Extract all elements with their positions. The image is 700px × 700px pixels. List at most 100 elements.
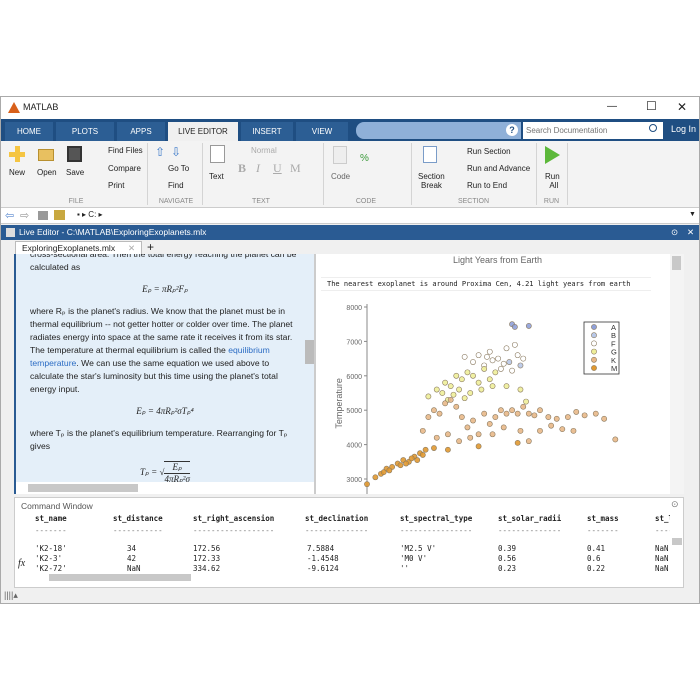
run-all-icon[interactable] bbox=[545, 146, 560, 164]
new-icon[interactable] bbox=[9, 146, 25, 162]
path-text[interactable]: ▪ ▸ C: ▸ bbox=[77, 210, 103, 219]
code-icon[interactable] bbox=[333, 146, 347, 164]
help-icon[interactable]: ? bbox=[506, 124, 518, 136]
window-title: MATLAB bbox=[23, 102, 59, 112]
tab-apps[interactable]: APPS bbox=[117, 122, 165, 141]
tab-home[interactable]: HOME bbox=[5, 122, 53, 141]
data-point-B bbox=[517, 362, 524, 369]
open-icon[interactable] bbox=[38, 149, 54, 161]
doc-tab-close-icon[interactable]: ✕ bbox=[128, 243, 135, 254]
panel-menu-icon[interactable]: ⊙ bbox=[671, 225, 678, 240]
tab-view[interactable]: VIEW bbox=[296, 122, 348, 141]
data-point-K bbox=[592, 410, 599, 417]
italic-button[interactable]: I bbox=[256, 161, 260, 176]
close-button[interactable]: ✕ bbox=[677, 100, 687, 114]
print-button[interactable]: Print bbox=[108, 181, 124, 190]
maximize-button[interactable]: ☐ bbox=[646, 99, 657, 113]
up-folder-icon[interactable] bbox=[38, 211, 48, 220]
ribbon-tabs: HOME PLOTS APPS LIVE EDITOR INSERT VIEW … bbox=[1, 119, 699, 141]
code-button[interactable]: Code bbox=[331, 172, 350, 181]
save-icon[interactable] bbox=[67, 146, 82, 162]
doc-tab-exploring-exoplanets[interactable]: ExploringExoplanets.mlx ✕ bbox=[15, 241, 142, 255]
panel-close-icon[interactable]: ✕ bbox=[687, 225, 694, 240]
data-point-A bbox=[525, 323, 532, 329]
data-point-F bbox=[498, 366, 504, 372]
data-point-G bbox=[458, 376, 465, 383]
section-break-button[interactable]: Section Break bbox=[418, 172, 445, 190]
log-in-link[interactable]: Log In bbox=[671, 124, 696, 134]
minimize-button[interactable]: — bbox=[607, 101, 617, 112]
comment-icon[interactable]: % bbox=[360, 153, 369, 164]
column-header: st_distance bbox=[113, 514, 163, 523]
run-to-end-button[interactable]: Run to End bbox=[467, 181, 507, 190]
tab-insert[interactable]: INSERT bbox=[241, 122, 293, 141]
down-arrow-icon[interactable]: ⇩ bbox=[171, 145, 181, 159]
header-underline: ------ bbox=[655, 526, 670, 535]
live-script-text-pane[interactable]: cross-sectional area. Then the total ene… bbox=[14, 254, 314, 494]
status-bar-icon[interactable]: ||||▴ bbox=[4, 590, 18, 601]
table-cell: '' bbox=[400, 564, 410, 572]
command-window-menu-icon[interactable]: ⊙ bbox=[671, 499, 679, 510]
data-point-G bbox=[492, 369, 499, 376]
browse-folder-icon[interactable] bbox=[54, 210, 65, 220]
tab-plots[interactable]: PLOTS bbox=[56, 122, 114, 141]
path-dropdown-icon[interactable]: ▼ bbox=[689, 211, 696, 218]
path-segment[interactable]: C: bbox=[88, 210, 96, 219]
monospace-button[interactable]: M bbox=[290, 161, 301, 176]
data-point-G bbox=[425, 393, 432, 400]
data-point-K bbox=[559, 426, 566, 433]
left-vertical-scrollbar[interactable] bbox=[305, 340, 314, 364]
forward-icon[interactable]: ⇨ bbox=[20, 209, 29, 222]
right-vertical-scrollbar[interactable] bbox=[670, 254, 684, 494]
style-dropdown[interactable]: Normal bbox=[251, 146, 277, 155]
table-cell: 34 bbox=[127, 544, 137, 553]
up-arrow-icon[interactable]: ⇧ bbox=[155, 145, 165, 159]
column-header: st_lum bbox=[655, 514, 670, 523]
left-horizontal-scrollbar[interactable] bbox=[16, 482, 314, 494]
run-and-advance-button[interactable]: Run and Advance bbox=[467, 164, 530, 173]
bold-button[interactable]: B bbox=[238, 161, 246, 176]
tab-live-editor[interactable]: LIVE EDITOR bbox=[168, 122, 238, 141]
data-point-M bbox=[419, 452, 426, 458]
search-documentation-input[interactable] bbox=[523, 122, 663, 139]
underline-button[interactable]: U bbox=[273, 161, 282, 176]
add-tab-button[interactable]: + bbox=[147, 240, 154, 254]
fx-prompt-icon[interactable]: fx bbox=[18, 558, 25, 569]
new-button[interactable]: New bbox=[9, 168, 25, 177]
section-break-icon[interactable] bbox=[423, 146, 437, 163]
data-point-F bbox=[503, 345, 510, 352]
go-to-button[interactable]: Go To bbox=[168, 164, 189, 173]
data-point-F bbox=[489, 357, 496, 364]
command-vertical-scrollbar[interactable] bbox=[671, 516, 683, 572]
search-icon[interactable] bbox=[649, 124, 657, 132]
command-horizontal-scrollbar[interactable] bbox=[37, 572, 677, 582]
compare-button[interactable]: Compare bbox=[108, 164, 141, 173]
live-editor-titlebar: Live Editor - C:\MATLAB\ExploringExoplan… bbox=[1, 225, 699, 240]
legend-label: M bbox=[611, 364, 617, 373]
back-icon[interactable]: ⇦ bbox=[5, 209, 14, 222]
open-button[interactable]: Open bbox=[37, 168, 57, 177]
data-point-K bbox=[456, 438, 462, 445]
table-cell: -1.4548 bbox=[307, 554, 339, 563]
find-files-button[interactable]: Find Files bbox=[108, 146, 143, 155]
text-icon[interactable] bbox=[210, 145, 225, 163]
command-window[interactable]: Command Window ⊙ st_name ------- st_distan… bbox=[14, 497, 684, 588]
data-point-A bbox=[511, 324, 518, 330]
data-point-M bbox=[372, 474, 379, 481]
column-header: st_spectral_type bbox=[400, 514, 473, 523]
run-section-button[interactable]: Run Section bbox=[467, 147, 511, 156]
data-point-G bbox=[439, 390, 446, 396]
save-button[interactable]: Save bbox=[66, 168, 84, 177]
data-point-G bbox=[453, 372, 460, 379]
legend-marker-M bbox=[591, 365, 597, 371]
find-button[interactable]: Find bbox=[168, 181, 184, 190]
data-point-M bbox=[445, 446, 451, 453]
data-point-K bbox=[612, 436, 619, 443]
data-point-K bbox=[445, 431, 451, 438]
output-pane: Light Years from Earth The nearest exopl… bbox=[316, 254, 684, 494]
data-point-G bbox=[464, 369, 471, 376]
data-point-K bbox=[498, 407, 504, 414]
text-button[interactable]: Text bbox=[209, 172, 224, 181]
matlab-logo-icon bbox=[8, 102, 20, 113]
run-all-button[interactable]: Run All bbox=[545, 172, 560, 190]
